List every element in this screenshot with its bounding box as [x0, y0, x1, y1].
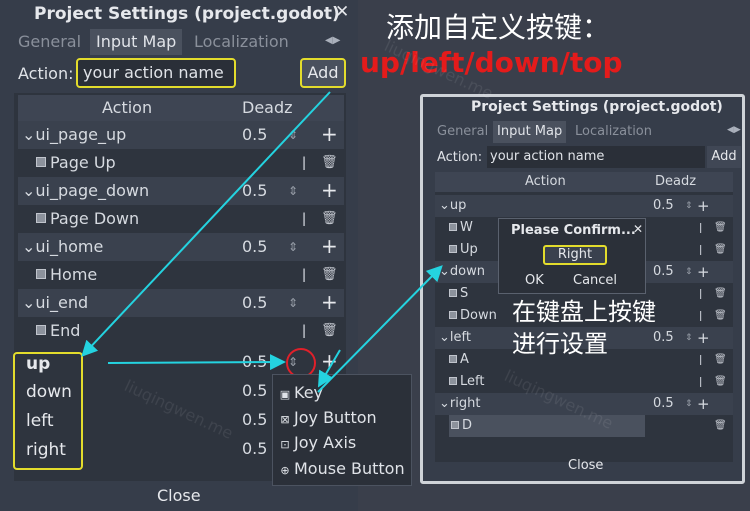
annotation-arrows: [81, 91, 443, 393]
arrow-key-to-dialog: [317, 265, 443, 393]
arrow-add-to-list: [81, 91, 331, 357]
arrow-up-to-plus: [107, 354, 286, 371]
